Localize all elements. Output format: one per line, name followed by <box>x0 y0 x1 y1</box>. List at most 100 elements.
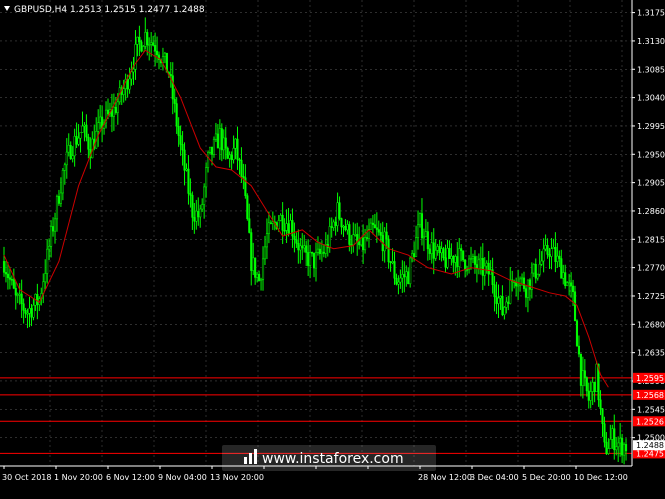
candle-body <box>44 273 47 283</box>
candle-body <box>24 310 27 314</box>
price-tick-label: 1.2905 <box>637 179 665 188</box>
candle-body <box>128 78 131 90</box>
candle-body <box>609 439 612 449</box>
candle-body <box>509 279 512 304</box>
candle-body <box>261 258 265 280</box>
candle-body <box>362 237 365 251</box>
candle-body <box>444 257 447 268</box>
candle-body <box>624 444 628 452</box>
candle-body <box>299 245 302 251</box>
candle-body <box>216 133 219 149</box>
candle-body <box>8 277 11 280</box>
level-label: 1.2526 <box>636 417 664 426</box>
candle-body <box>424 231 427 238</box>
candle-body <box>224 137 227 149</box>
candle-body <box>552 247 555 250</box>
candle-body <box>387 238 390 262</box>
candle-body <box>185 168 188 171</box>
candle-body <box>450 255 453 259</box>
candle-body <box>481 258 484 276</box>
candle-body <box>246 195 249 219</box>
candle-body <box>10 279 13 281</box>
candle-body <box>73 136 76 157</box>
candle-body <box>495 296 498 304</box>
candle-body <box>4 272 8 275</box>
candle-body <box>493 284 496 298</box>
candle-body <box>568 282 571 284</box>
candle-body <box>456 256 459 267</box>
candle-body <box>562 272 565 279</box>
candle-body <box>205 167 208 188</box>
candle-body <box>234 138 237 149</box>
candle-body <box>395 277 398 285</box>
candle-body <box>130 71 133 80</box>
candle-body <box>383 231 386 252</box>
candle-body <box>583 370 586 378</box>
candle-body <box>617 442 620 448</box>
candle-body <box>136 36 139 45</box>
candle-body <box>183 149 186 171</box>
candle-body <box>212 138 216 155</box>
candle-body <box>524 288 528 298</box>
candle-body <box>289 220 292 234</box>
candle-body <box>59 192 62 204</box>
candle-body <box>316 248 320 253</box>
candle-body <box>556 255 559 262</box>
candle-body <box>593 382 596 392</box>
candle-body <box>479 258 482 261</box>
candle-body <box>487 262 490 275</box>
candle-body <box>528 279 531 290</box>
candle-body <box>318 248 321 254</box>
candle-body <box>52 226 55 232</box>
candle-body <box>134 44 137 70</box>
candle-body <box>65 151 68 166</box>
price-tick-label: 1.3085 <box>637 65 665 74</box>
time-tick-label: 30 Oct 2018 <box>2 473 51 482</box>
candle-body <box>346 224 349 231</box>
candle-body <box>428 248 431 254</box>
candle-body <box>505 301 508 308</box>
candle-body <box>179 135 182 145</box>
candle-body <box>197 210 200 218</box>
candle-body <box>20 293 23 304</box>
candle-body <box>69 145 72 160</box>
price-chart[interactable]: 1.3175 1.3130 1.3085 1.3040 1.2995 1.2950 1.29… <box>0 0 665 499</box>
price-tick-label: 1.3130 <box>637 37 665 46</box>
candle-body <box>507 301 510 304</box>
candle-body <box>575 320 579 347</box>
candle-body <box>389 261 392 264</box>
candle-body <box>538 264 541 275</box>
candle-body <box>61 170 64 194</box>
candle-body <box>615 446 618 451</box>
candle-body <box>53 218 57 232</box>
time-tick-label: 6 Nov 12:00 <box>106 473 155 482</box>
candle-body <box>240 159 243 177</box>
candle-body <box>146 32 149 46</box>
candle-body <box>415 237 418 257</box>
candle-body <box>132 68 135 73</box>
time-tick-label: 3 Dec 04:00 <box>470 473 519 482</box>
candle-body <box>181 144 184 151</box>
candle-body <box>260 279 263 281</box>
candle-body <box>520 277 524 280</box>
candle-body <box>497 297 500 304</box>
candle-body <box>436 246 439 251</box>
candle-body <box>169 74 172 76</box>
candle-body <box>36 294 39 305</box>
candle-body <box>295 239 298 244</box>
candle-body <box>195 210 198 222</box>
candle-body <box>573 291 577 322</box>
candle-body <box>230 154 233 161</box>
candle-body <box>572 285 575 293</box>
time-tick-label: 5 Dec 20:00 <box>522 473 571 482</box>
candle-body <box>621 437 624 456</box>
candle-body <box>358 241 361 246</box>
candle-body <box>254 257 257 278</box>
candle-body <box>464 259 467 270</box>
candle-body <box>585 377 588 392</box>
candle-body <box>238 159 241 161</box>
candle-body <box>152 42 155 46</box>
candle-body <box>560 258 563 279</box>
candle-body <box>322 251 325 254</box>
candle-body <box>462 250 465 261</box>
